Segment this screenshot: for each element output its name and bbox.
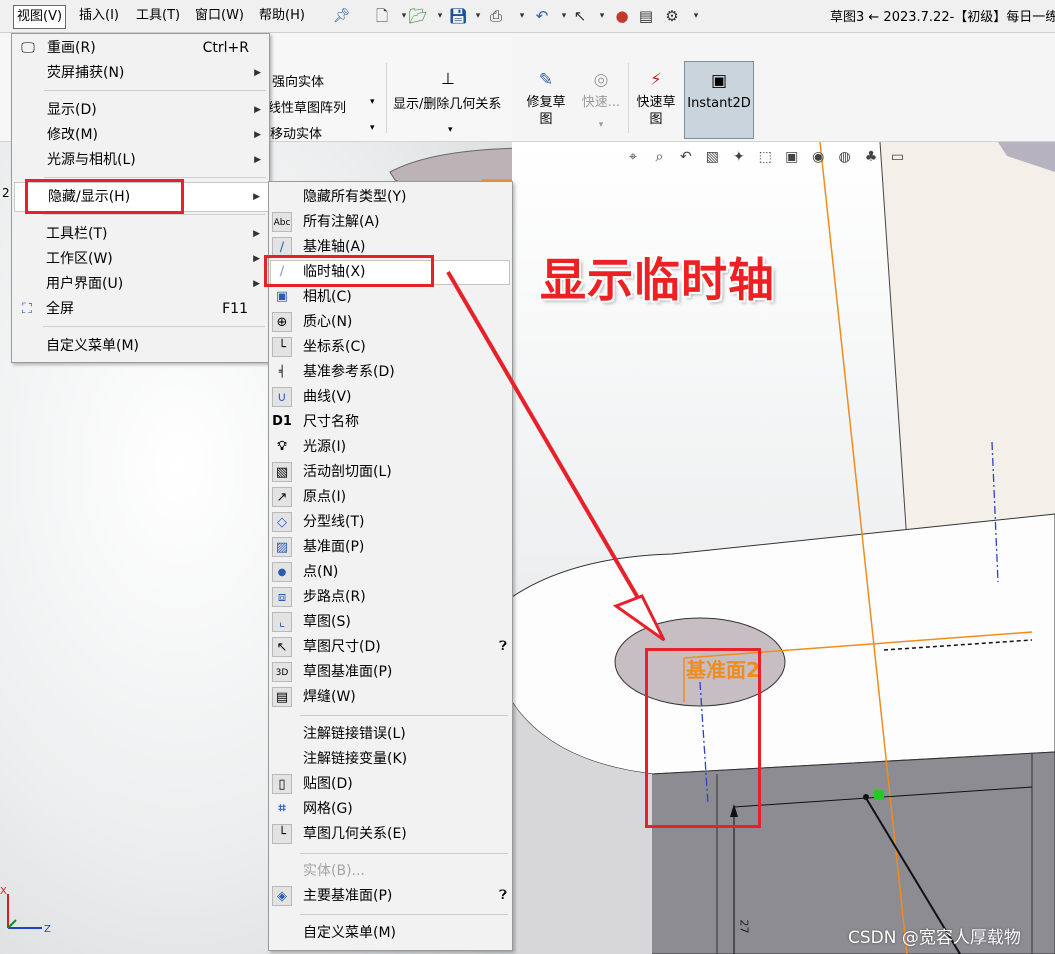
watermark: CSDN @宽容人厚载物: [848, 928, 1021, 948]
annotation-arrow: [446, 270, 666, 642]
arrow-shaft: [446, 270, 654, 624]
annotation-title: 显示临时轴: [540, 253, 775, 307]
arrow-head: [612, 594, 666, 642]
